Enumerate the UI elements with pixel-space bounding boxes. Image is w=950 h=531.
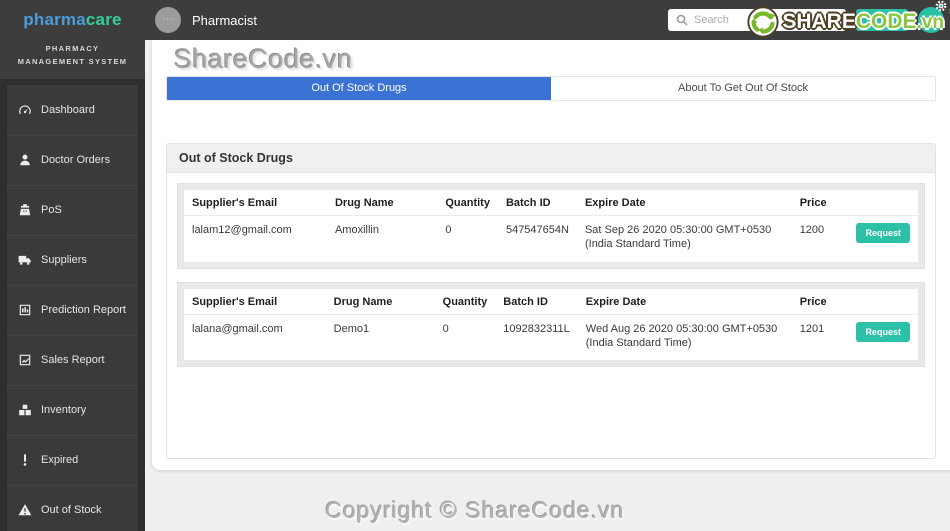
column-header-quantity: Quantity <box>434 288 496 315</box>
sidebar-item-expired[interactable]: Expired <box>7 434 138 485</box>
out-of-stock-table-2: Supplier's Email Drug Name Quantity Batc… <box>184 288 918 361</box>
sidebar-item-out-of-stock[interactable]: Out of Stock <box>7 484 138 531</box>
column-header-supplier-email: Supplier's Email <box>184 190 327 216</box>
search-icon <box>676 14 688 26</box>
panel-body: Supplier's Email Drug Name Quantity Batc… <box>167 173 935 458</box>
cell-expire-date: Wed Aug 26 2020 05:30:00 GMT+0530 (India… <box>585 322 778 349</box>
sidebar: PHARMACY MANAGEMENT SYSTEM Dashboard Doc… <box>0 40 145 531</box>
sharecode-watermark-text: ShareCode.vn <box>174 44 353 74</box>
topbar: pharmacare ⋯ Pharmacist <box>0 0 950 40</box>
sidebar-item-label: Sales Report <box>41 354 105 366</box>
drug-table-wrapper: Supplier's Email Drug Name Quantity Batc… <box>177 183 925 269</box>
column-header-batch-id: Batch ID <box>495 288 578 315</box>
user-label: Pharmacist <box>192 12 258 28</box>
cell-drug-name: Amoxillin <box>334 224 379 236</box>
sidebar-item-label: Prediction Report <box>41 304 126 316</box>
request-button[interactable]: Request <box>856 223 910 243</box>
expired-icon <box>18 453 32 467</box>
sidebar-item-label: Out of Stock <box>41 504 102 516</box>
cell-quantity: 0 <box>445 224 452 236</box>
column-header-price: Price <box>791 190 849 216</box>
cell-expire-date: Sat Sep 26 2020 05:30:00 GMT+0530 (India… <box>584 224 772 251</box>
column-header-quantity: Quantity <box>437 190 498 216</box>
doctor-orders-icon <box>18 153 32 167</box>
table-row: lalana@gmail.com Demo1 0 1092832311L Wed… <box>184 314 918 360</box>
sidebar-item-label: Suppliers <box>41 254 87 266</box>
sidebar-item-suppliers[interactable]: Suppliers <box>7 234 138 285</box>
stock-tabs: Out Of Stock Drugs About To Get Out Of S… <box>166 76 936 101</box>
prediction-report-icon <box>18 303 32 317</box>
sidebar-item-label: Doctor Orders <box>41 154 111 166</box>
sidebar-item-prediction-report[interactable]: Prediction Report <box>7 284 138 335</box>
out-of-stock-panel: Out of Stock Drugs Supplier's Email Drug… <box>166 143 936 459</box>
request-button[interactable]: Request <box>856 321 910 342</box>
search-input[interactable] <box>694 14 838 26</box>
column-header-expire-date: Expire Date <box>576 190 792 216</box>
column-header-drug-name: Drug Name <box>325 288 435 315</box>
table-row: lalam12@gmail.com Amoxillin 0 547547654N… <box>184 216 918 262</box>
sidebar-item-label: Inventory <box>41 404 87 416</box>
content-card: ShareCode.vn Out Of Stock Drugs About To… <box>152 40 950 470</box>
sidebar-item-doctor-orders[interactable]: Doctor Orders <box>7 134 138 185</box>
cell-price: 1201 <box>799 322 825 335</box>
suppliers-icon <box>18 253 32 267</box>
sidebar-item-pos[interactable]: PoS <box>7 184 138 235</box>
sidebar-item-inventory[interactable]: Inventory <box>7 384 138 435</box>
cell-supplier-email: lalana@gmail.com <box>192 322 283 335</box>
cell-price: 1200 <box>799 224 825 236</box>
column-header-expire-date: Expire Date <box>577 288 792 315</box>
app-logo: pharmacare <box>0 10 145 30</box>
avatar[interactable]: ⋯ <box>155 7 181 33</box>
panel-title: Out of Stock Drugs <box>167 144 935 173</box>
logo-part-care: care <box>85 10 122 29</box>
logo-part-pharma: pharma <box>23 10 86 29</box>
sidebar-item-dashboard[interactable]: Dashboard <box>7 85 138 135</box>
cell-quantity: 0 <box>442 322 449 335</box>
sidebar-item-label: Dashboard <box>41 103 95 116</box>
search-button[interactable] <box>856 9 908 31</box>
pos-icon <box>18 203 32 217</box>
sidebar-item-label: PoS <box>41 204 62 216</box>
column-header-price: Price <box>791 288 849 315</box>
inventory-icon <box>18 403 32 417</box>
out-of-stock-icon <box>18 503 32 517</box>
column-header-batch-id: Batch ID <box>497 190 577 216</box>
user-circle-button[interactable] <box>918 7 944 33</box>
brand-subtitle: PHARMACY MANAGEMENT SYSTEM <box>0 40 145 79</box>
search-box[interactable] <box>668 9 846 31</box>
main-content: ShareCode.vn Out Of Stock Drugs About To… <box>145 40 950 531</box>
sidebar-menu: Dashboard Doctor Orders PoS Suppliers Pr… <box>7 84 138 531</box>
dashboard-icon <box>18 103 32 117</box>
cell-batch-id: 1092832311L <box>503 322 570 335</box>
sidebar-item-label: Expired <box>41 454 79 466</box>
sidebar-item-sales-report[interactable]: Sales Report <box>7 334 138 385</box>
cell-supplier-email: lalam12@gmail.com <box>192 224 292 236</box>
cell-batch-id: 547547654N <box>505 224 569 236</box>
column-header-supplier-email: Supplier's Email <box>184 288 326 315</box>
tab-out-of-stock-drugs[interactable]: Out Of Stock Drugs <box>167 77 551 100</box>
sales-report-icon <box>18 353 32 367</box>
drug-table-wrapper: Supplier's Email Drug Name Quantity Batc… <box>177 281 925 368</box>
cell-drug-name: Demo1 <box>333 322 370 335</box>
column-header-drug-name: Drug Name <box>326 190 438 216</box>
out-of-stock-table-1: Supplier's Email Drug Name Quantity Batc… <box>184 190 918 262</box>
tab-about-to-get-out-of-stock[interactable]: About To Get Out Of Stock <box>551 77 935 100</box>
